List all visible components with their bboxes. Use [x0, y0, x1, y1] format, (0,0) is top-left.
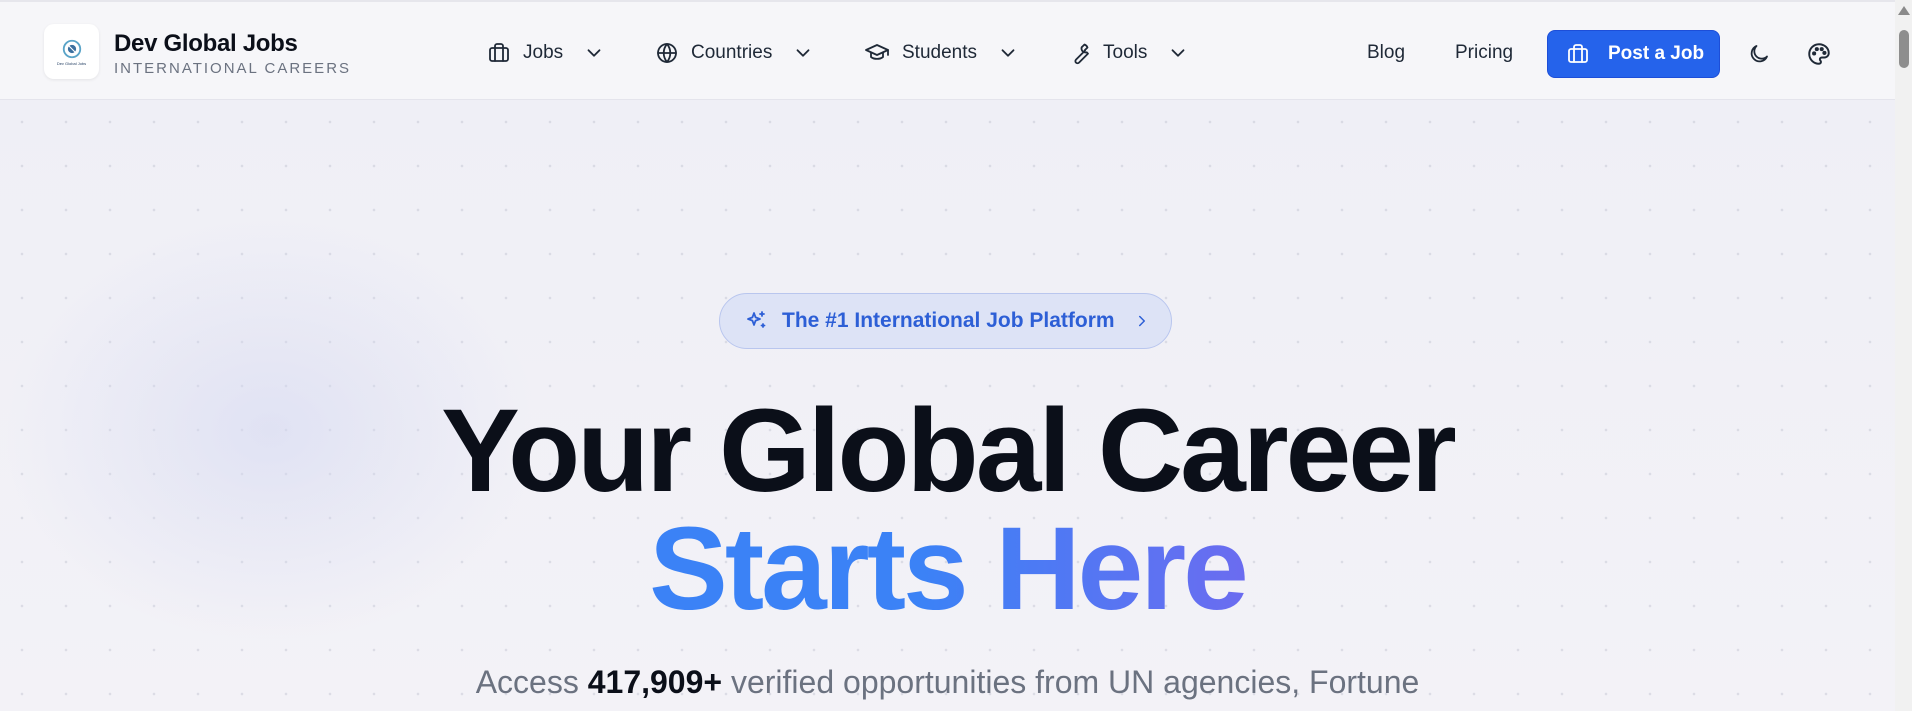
nav-students[interactable]: Students: [864, 32, 1019, 74]
dark-mode-toggle[interactable]: [1744, 39, 1774, 69]
nav-jobs[interactable]: Jobs: [487, 32, 605, 74]
job-count: 417,909+: [587, 664, 723, 700]
logo-text: Dev Global Jobs: [56, 60, 87, 66]
logo[interactable]: Dev Global Jobs: [44, 24, 99, 79]
palette-icon: [1808, 43, 1830, 65]
subtitle-suffix: verified opportunities from UN agencies,…: [722, 664, 1420, 700]
post-job-button[interactable]: Post a Job: [1547, 30, 1720, 78]
chevron-down-icon: [1171, 49, 1185, 57]
nav-tools[interactable]: Tools: [1067, 32, 1189, 74]
platform-badge-text: The #1 International Job Platform: [782, 309, 1115, 332]
nav-students-label: Students: [902, 42, 977, 63]
hero-subtitle: Access 417,909+ verified opportunities f…: [0, 662, 1895, 702]
wrench-icon: [1074, 43, 1089, 65]
post-job-label: Post a Job: [1608, 43, 1705, 64]
scroll-thumb[interactable]: [1899, 30, 1909, 68]
globe-icon: [657, 43, 677, 63]
site-header: Dev Global Jobs Dev Global Jobs INTERNAT…: [0, 2, 1895, 100]
briefcase-icon: [1568, 44, 1588, 63]
chevron-right-icon: [1138, 315, 1145, 327]
moon-icon: [1750, 45, 1768, 63]
nav-countries[interactable]: Countries: [655, 32, 814, 74]
hero-title-highlight: Starts Here: [649, 503, 1249, 635]
briefcase-icon: [489, 43, 509, 62]
chevron-down-icon: [587, 49, 601, 57]
chevron-down-icon: [796, 49, 810, 57]
nav-pricing-link[interactable]: Pricing: [1455, 42, 1513, 64]
logo-mark-icon: [62, 39, 81, 58]
theme-palette-button[interactable]: [1804, 39, 1834, 69]
subtitle-prefix: Access: [475, 664, 588, 700]
nav-jobs-label: Jobs: [523, 42, 564, 63]
graduation-cap-icon: [865, 44, 889, 60]
page: Dev Global Jobs Dev Global Jobs INTERNAT…: [0, 0, 1895, 711]
page-scrollbar[interactable]: [1895, 0, 1912, 711]
hero-title-line2: Starts Here: [0, 510, 1895, 628]
brand-name[interactable]: Dev Global Jobs: [114, 30, 298, 58]
sparkles-icon: [747, 311, 766, 328]
scroll-up-arrow-icon[interactable]: [1898, 6, 1910, 15]
nav-blog-link[interactable]: Blog: [1367, 42, 1405, 64]
platform-badge[interactable]: The #1 International Job Platform: [719, 293, 1172, 349]
hero-title-line1: Your Global Career: [441, 385, 1457, 517]
brand-tagline: INTERNATIONAL CAREERS: [114, 60, 352, 77]
chevron-down-icon: [1001, 49, 1015, 57]
nav-tools-label: Tools: [1103, 42, 1148, 63]
nav-countries-label: Countries: [691, 42, 773, 63]
